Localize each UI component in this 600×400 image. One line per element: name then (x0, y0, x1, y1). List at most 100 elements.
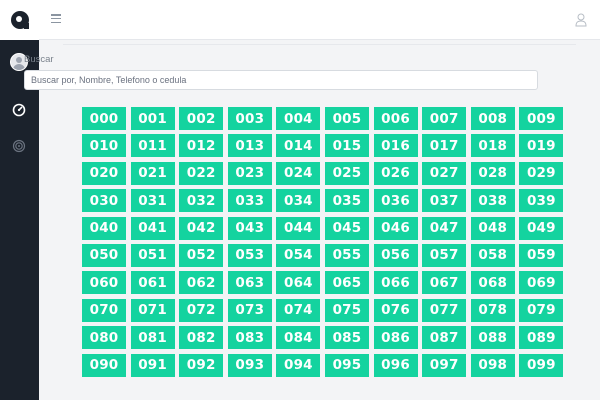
number-tile[interactable]: 049 (519, 216, 564, 240)
number-tile[interactable]: 017 (422, 134, 467, 158)
number-tile[interactable]: 057 (422, 243, 467, 267)
number-tile[interactable]: 032 (179, 189, 224, 213)
number-tile[interactable]: 031 (130, 189, 175, 213)
number-tile[interactable]: 068 (470, 271, 515, 295)
logo[interactable] (0, 0, 39, 40)
number-tile[interactable]: 006 (373, 107, 418, 130)
number-tile[interactable]: 001 (130, 107, 175, 130)
number-tile[interactable]: 060 (82, 271, 126, 295)
number-tile[interactable]: 036 (373, 189, 418, 213)
number-tile[interactable]: 056 (373, 243, 418, 267)
number-tile[interactable]: 055 (324, 243, 369, 267)
number-tile[interactable]: 064 (276, 271, 321, 295)
number-tile[interactable]: 050 (82, 243, 126, 267)
number-tile[interactable]: 053 (227, 243, 272, 267)
user-icon[interactable] (575, 13, 587, 27)
number-tile[interactable]: 042 (179, 216, 224, 240)
number-tile[interactable]: 081 (130, 326, 175, 350)
number-tile[interactable]: 073 (227, 298, 272, 322)
number-tile[interactable]: 083 (227, 326, 272, 350)
number-tile[interactable]: 079 (519, 298, 564, 322)
number-tile[interactable]: 052 (179, 243, 224, 267)
number-tile[interactable]: 019 (519, 134, 564, 158)
number-tile[interactable]: 015 (324, 134, 369, 158)
number-tile[interactable]: 025 (324, 161, 369, 185)
number-tile[interactable]: 000 (82, 107, 126, 130)
number-tile[interactable]: 067 (422, 271, 467, 295)
number-tile[interactable]: 084 (276, 326, 321, 350)
number-tile[interactable]: 016 (373, 134, 418, 158)
number-tile[interactable]: 063 (227, 271, 272, 295)
number-tile[interactable]: 048 (470, 216, 515, 240)
number-tile[interactable]: 007 (422, 107, 467, 130)
number-tile[interactable]: 088 (470, 326, 515, 350)
number-tile[interactable]: 069 (519, 271, 564, 295)
target-icon[interactable] (12, 139, 26, 153)
number-tile[interactable]: 066 (373, 271, 418, 295)
number-tile[interactable]: 099 (519, 353, 564, 377)
number-tile[interactable]: 059 (519, 243, 564, 267)
number-tile[interactable]: 030 (82, 189, 126, 213)
number-tile[interactable]: 004 (276, 107, 321, 130)
number-tile[interactable]: 062 (179, 271, 224, 295)
number-tile[interactable]: 023 (227, 161, 272, 185)
number-tile[interactable]: 009 (519, 107, 564, 130)
number-tile[interactable]: 008 (470, 107, 515, 130)
number-tile[interactable]: 040 (82, 216, 126, 240)
number-tile[interactable]: 037 (422, 189, 467, 213)
number-tile[interactable]: 013 (227, 134, 272, 158)
number-tile[interactable]: 089 (519, 326, 564, 350)
number-tile[interactable]: 086 (373, 326, 418, 350)
number-tile[interactable]: 012 (179, 134, 224, 158)
number-tile[interactable]: 097 (422, 353, 467, 377)
number-tile[interactable]: 077 (422, 298, 467, 322)
number-tile[interactable]: 051 (130, 243, 175, 267)
number-tile[interactable]: 047 (422, 216, 467, 240)
number-tile[interactable]: 002 (179, 107, 224, 130)
number-tile[interactable]: 092 (179, 353, 224, 377)
number-tile[interactable]: 045 (324, 216, 369, 240)
number-tile[interactable]: 027 (422, 161, 467, 185)
number-tile[interactable]: 010 (82, 134, 126, 158)
number-tile[interactable]: 093 (227, 353, 272, 377)
number-tile[interactable]: 098 (470, 353, 515, 377)
number-tile[interactable]: 096 (373, 353, 418, 377)
number-tile[interactable]: 041 (130, 216, 175, 240)
number-tile[interactable]: 085 (324, 326, 369, 350)
menu-toggle-icon[interactable] (51, 14, 61, 23)
dashboard-icon[interactable] (12, 103, 26, 117)
number-tile[interactable]: 038 (470, 189, 515, 213)
number-tile[interactable]: 075 (324, 298, 369, 322)
number-tile[interactable]: 046 (373, 216, 418, 240)
number-tile[interactable]: 026 (373, 161, 418, 185)
number-tile[interactable]: 022 (179, 161, 224, 185)
number-tile[interactable]: 054 (276, 243, 321, 267)
number-tile[interactable]: 018 (470, 134, 515, 158)
number-tile[interactable]: 065 (324, 271, 369, 295)
number-tile[interactable]: 003 (227, 107, 272, 130)
number-tile[interactable]: 021 (130, 161, 175, 185)
number-tile[interactable]: 078 (470, 298, 515, 322)
number-tile[interactable]: 070 (82, 298, 126, 322)
number-tile[interactable]: 071 (130, 298, 175, 322)
search-input[interactable] (24, 70, 538, 90)
number-tile[interactable]: 080 (82, 326, 126, 350)
number-tile[interactable]: 033 (227, 189, 272, 213)
number-tile[interactable]: 044 (276, 216, 321, 240)
number-tile[interactable]: 014 (276, 134, 321, 158)
number-tile[interactable]: 035 (324, 189, 369, 213)
number-tile[interactable]: 011 (130, 134, 175, 158)
number-tile[interactable]: 072 (179, 298, 224, 322)
number-tile[interactable]: 082 (179, 326, 224, 350)
number-tile[interactable]: 034 (276, 189, 321, 213)
number-tile[interactable]: 024 (276, 161, 321, 185)
number-tile[interactable]: 094 (276, 353, 321, 377)
number-tile[interactable]: 020 (82, 161, 126, 185)
number-tile[interactable]: 091 (130, 353, 175, 377)
number-tile[interactable]: 095 (324, 353, 369, 377)
number-tile[interactable]: 005 (324, 107, 369, 130)
number-tile[interactable]: 061 (130, 271, 175, 295)
number-tile[interactable]: 029 (519, 161, 564, 185)
number-tile[interactable]: 028 (470, 161, 515, 185)
number-tile[interactable]: 087 (422, 326, 467, 350)
